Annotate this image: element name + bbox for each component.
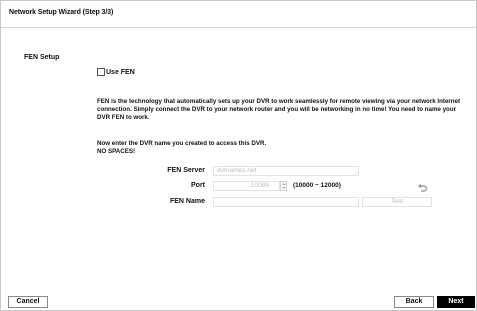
spinner-down-icon[interactable]: [282, 187, 286, 189]
fen-name-label: FEN Name: [169, 198, 205, 205]
port-field[interactable]: 10088: [213, 181, 280, 191]
fen-name-resize-icon: ⌟: [354, 200, 357, 206]
port-range-hint: (10000 ~ 12000): [293, 182, 341, 189]
fen-server-label: FEN Server: [167, 167, 205, 174]
undo-arrow-icon: [418, 183, 428, 192]
undo-icon[interactable]: [417, 180, 428, 192]
fen-server-value: dvrnames.net: [217, 167, 257, 174]
use-fen-checkbox[interactable]: [97, 68, 105, 76]
wizard-window: Network Setup Wizard (Step 3/3) FEN Setu…: [0, 0, 477, 311]
port-label: Port: [191, 182, 205, 189]
title-divider: [1, 27, 476, 28]
back-button[interactable]: Back: [394, 296, 434, 308]
wizard-title: Network Setup Wizard (Step 3/3): [9, 9, 114, 16]
use-fen-label: Use FEN: [106, 68, 135, 76]
test-button[interactable]: Test: [362, 197, 432, 207]
fen-setup-section-label: FEN Setup: [24, 54, 60, 61]
port-spinner-icon[interactable]: [280, 181, 287, 191]
cancel-button[interactable]: Cancel: [8, 296, 48, 308]
spinner-up-icon[interactable]: [282, 183, 286, 185]
fen-server-resize-icon: ⌟: [354, 169, 357, 175]
next-button[interactable]: Next: [437, 296, 475, 308]
use-fen-row[interactable]: Use FEN: [97, 68, 135, 76]
fen-instruction: Now enter the DVR name you created to ac…: [97, 140, 397, 156]
fen-server-field[interactable]: dvrnames.net ⌟: [213, 166, 359, 176]
port-value: 10088: [250, 182, 269, 189]
fen-instruction-line1: Now enter the DVR name you created to ac…: [97, 140, 267, 147]
fen-name-field[interactable]: ⌟: [213, 197, 359, 207]
fen-instruction-line2: NO SPACES!: [97, 148, 136, 156]
fen-description: FEN is the technology that automatically…: [97, 98, 461, 122]
